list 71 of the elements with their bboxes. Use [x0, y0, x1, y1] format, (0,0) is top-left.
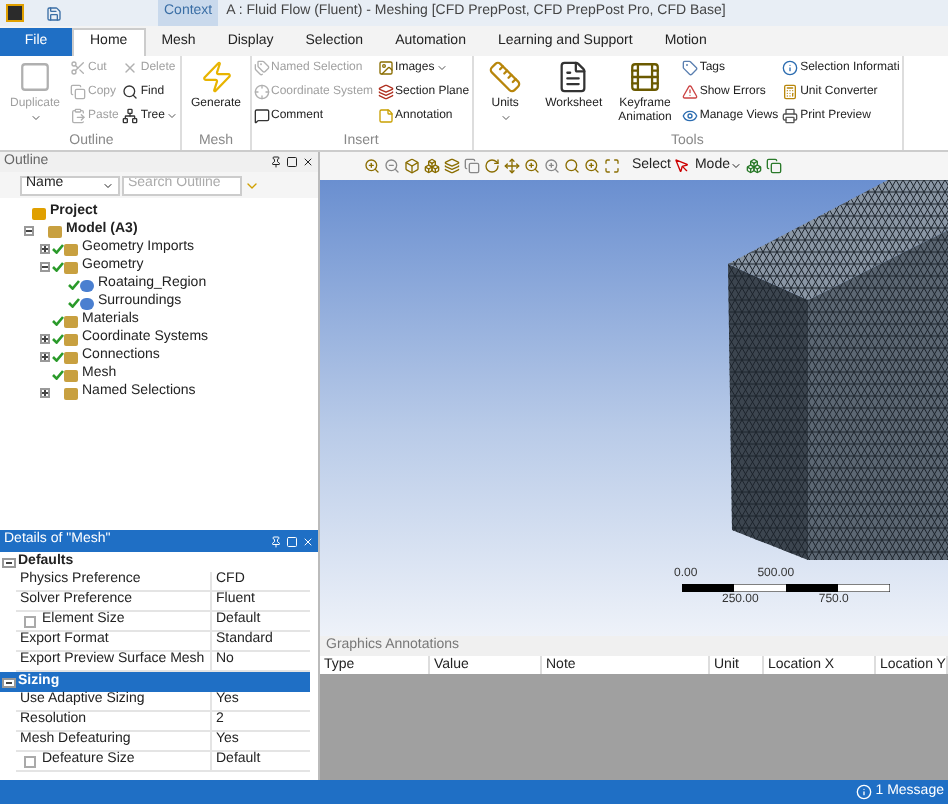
- ribbon-icon: [488, 60, 523, 94]
- toolbar-icon[interactable]: [604, 158, 620, 174]
- tree-node-icon: [64, 243, 78, 255]
- ribbon-icon: [253, 84, 270, 100]
- scale-bar-icon: [682, 584, 890, 592]
- app-icon: [6, 4, 24, 22]
- ribbon-icon: [556, 60, 591, 94]
- ribbon-icon: [18, 60, 52, 94]
- caret-icon: [499, 112, 512, 124]
- ribbon-icon: [782, 60, 799, 76]
- expander-icon[interactable]: [40, 334, 50, 344]
- ribbon-icon: [253, 60, 270, 76]
- toolbar-icon[interactable]: [404, 158, 420, 174]
- pin-icon[interactable]: [270, 156, 282, 168]
- toolbar-icon[interactable]: [584, 158, 600, 174]
- toolbar-icon[interactable]: [444, 158, 460, 174]
- ribbon-icon: [377, 60, 394, 76]
- maximize-icon[interactable]: [286, 156, 298, 168]
- ribbon-icon: [70, 60, 87, 76]
- caret-icon: [729, 160, 742, 172]
- tree-node-icon: [32, 207, 46, 219]
- cursor-icon: [674, 158, 691, 174]
- toolbar-icon[interactable]: [765, 158, 782, 174]
- expander-icon[interactable]: [40, 262, 50, 272]
- checkbox[interactable]: [24, 755, 36, 767]
- caret-icon: [436, 62, 449, 74]
- ribbon-icon: [782, 84, 799, 100]
- expander-icon[interactable]: [40, 352, 50, 362]
- toolbar-icon[interactable]: [524, 158, 540, 174]
- ribbon-icon: [70, 84, 87, 100]
- tree-node-icon: [64, 351, 78, 363]
- toolbar-icon[interactable]: [364, 158, 380, 174]
- ribbon-icon: [681, 84, 698, 100]
- toolbar-icon[interactable]: [504, 158, 520, 174]
- expander-icon[interactable]: [40, 244, 50, 254]
- expander-icon[interactable]: [24, 226, 34, 236]
- ribbon-icon: [253, 108, 270, 124]
- ribbon-icon: [628, 60, 662, 94]
- ribbon-icon: [70, 108, 87, 124]
- ribbon-icon: [377, 84, 394, 100]
- tree-node-icon: [64, 369, 78, 381]
- ribbon-icon: [199, 60, 233, 94]
- caret-icon: [102, 179, 114, 191]
- tree-node-icon: [80, 297, 94, 309]
- ribbon-icon: [122, 108, 139, 124]
- ribbon-icon: [122, 60, 139, 76]
- toolbar-icon[interactable]: [464, 158, 480, 174]
- toolbar-icon[interactable]: [564, 158, 580, 174]
- ribbon-icon: [681, 108, 698, 124]
- toolbar-icon[interactable]: [484, 158, 500, 174]
- toolbar-icon[interactable]: [745, 158, 762, 174]
- ribbon-icon: [122, 84, 139, 100]
- message-icon: [855, 784, 872, 800]
- toolbar-icon[interactable]: [424, 158, 440, 174]
- tree-node-icon: [64, 261, 78, 273]
- tree-node-icon: [64, 315, 78, 327]
- tree-node-icon: [80, 279, 94, 291]
- close-icon[interactable]: [302, 156, 314, 168]
- checkbox[interactable]: [24, 615, 36, 627]
- expander-icon[interactable]: [40, 388, 50, 398]
- toolbar-icon[interactable]: [544, 158, 560, 174]
- toolbar-icon[interactable]: [384, 158, 400, 174]
- tree-node-icon: [64, 387, 78, 399]
- tree-node-icon: [48, 225, 62, 237]
- ribbon-icon: [681, 60, 698, 76]
- caret-icon: [166, 110, 179, 122]
- tree-node-icon: [64, 333, 78, 345]
- caret-icon: [29, 112, 41, 124]
- ribbon-icon: [782, 108, 799, 124]
- ribbon-icon: [377, 108, 394, 124]
- save-icon[interactable]: [46, 5, 62, 21]
